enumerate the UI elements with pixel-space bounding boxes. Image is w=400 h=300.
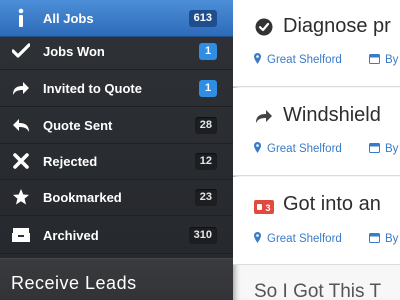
archive-box-icon: [11, 225, 31, 245]
star-icon: [11, 187, 31, 207]
location-text: Great Shelford: [267, 54, 342, 66]
sidebar-item-label: Jobs Won: [43, 43, 105, 59]
sidebar-item-jobs-won[interactable]: Jobs Won 1: [0, 33, 233, 70]
sidebar-item-archived[interactable]: Archived 310: [0, 217, 233, 254]
location-text: Great Shelford: [267, 233, 342, 245]
sidebar-item-label: Quote Sent: [43, 117, 113, 133]
sidebar-item-invited-to-quote[interactable]: Invited to Quote 1: [0, 70, 233, 107]
sidebar-item-label: Archived: [43, 227, 99, 243]
count-badge: 613: [188, 9, 217, 27]
x-icon: [11, 151, 31, 171]
job-title-partial[interactable]: So I Got This T: [254, 281, 381, 300]
sidebar-item-quote-sent[interactable]: Quote Sent 28: [0, 107, 233, 144]
sidebar-item-label: Rejected: [43, 153, 98, 169]
job-list: Diagnose pr Great Shelford By Windshield…: [233, 0, 400, 300]
job-title[interactable]: Got into an: [283, 193, 381, 216]
job-location[interactable]: Great Shelford: [254, 232, 342, 246]
calendar-icon: [369, 142, 380, 156]
forward-arrow-icon: [11, 78, 31, 98]
checkmark-icon: [11, 41, 31, 61]
job-title[interactable]: Diagnose pr: [283, 15, 391, 38]
reply-arrow-icon: [11, 115, 31, 135]
calendar-icon: [369, 53, 380, 67]
by-text: By: [385, 233, 399, 245]
job-card[interactable]: Windshield Great Shelford By: [233, 88, 400, 176]
count-badge: 23: [194, 188, 217, 206]
job-date[interactable]: By: [369, 232, 398, 246]
count-badge: 12: [194, 152, 217, 170]
count-badge: 1: [199, 42, 217, 60]
location-pin-icon: [254, 232, 261, 246]
location-text: Great Shelford: [267, 143, 342, 155]
count-badge: 310: [188, 226, 217, 244]
message-badge-icon: 3: [254, 198, 274, 216]
sidebar: All Jobs 613 Jobs Won 1 Invited to Quote…: [0, 0, 233, 300]
job-location[interactable]: Great Shelford: [254, 53, 342, 67]
sidebar-item-bookmarked[interactable]: Bookmarked 23: [0, 179, 233, 216]
forward-arrow-icon: [255, 107, 273, 125]
sidebar-item-rejected[interactable]: Rejected 12: [0, 143, 233, 180]
sidebar-item-all-jobs[interactable]: All Jobs 613: [0, 0, 233, 37]
badge-count: 3: [265, 203, 270, 213]
receive-leads-header[interactable]: Receive Leads: [0, 258, 233, 300]
calendar-icon: [369, 232, 380, 246]
sidebar-item-label: Invited to Quote: [43, 80, 142, 96]
count-badge: 1: [199, 79, 217, 97]
location-pin-icon: [254, 53, 261, 67]
by-text: By: [385, 54, 399, 66]
sidebar-item-label: Bookmarked: [43, 189, 122, 205]
job-date[interactable]: By: [369, 142, 398, 156]
location-pin-icon: [254, 142, 261, 156]
info-icon: [11, 8, 31, 28]
check-circle-icon: [255, 18, 273, 36]
by-text: By: [385, 143, 399, 155]
job-card[interactable]: Diagnose pr Great Shelford By: [233, 0, 400, 87]
job-location[interactable]: Great Shelford: [254, 142, 342, 156]
job-title[interactable]: Windshield: [283, 104, 381, 127]
job-card[interactable]: 3 Got into an Great Shelford By: [233, 177, 400, 265]
job-date[interactable]: By: [369, 53, 398, 67]
count-badge: 28: [194, 116, 217, 134]
sidebar-item-label: All Jobs: [43, 10, 94, 26]
receive-leads-label: Receive Leads: [11, 273, 137, 293]
